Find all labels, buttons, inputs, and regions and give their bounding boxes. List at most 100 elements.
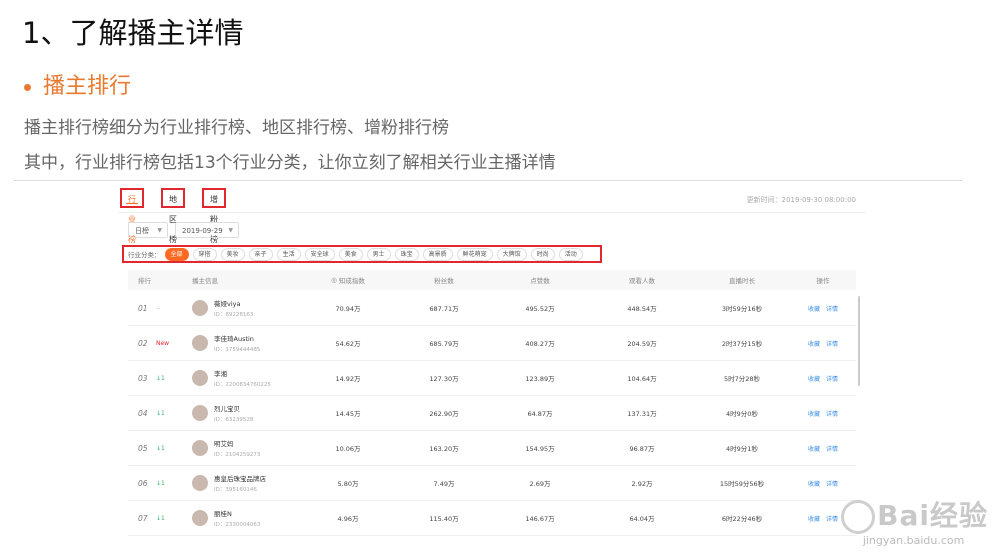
duration-value: 4时9分0秒 bbox=[726, 410, 758, 418]
period-value: 日榜 bbox=[135, 227, 149, 235]
streamer-id: ID：2330004063 bbox=[214, 522, 261, 528]
duration-value: 5时7分28秒 bbox=[723, 375, 761, 383]
streamer-info[interactable]: 丽桂N ID：2330004063 bbox=[192, 501, 260, 535]
likes-value: 146.67万 bbox=[525, 515, 555, 523]
streamer-info[interactable]: 李佳琦Austin ID：1759444485 bbox=[192, 326, 260, 360]
avatar bbox=[192, 510, 208, 526]
likes-value: 123.89万 bbox=[525, 375, 555, 383]
detail-link[interactable]: 详情 bbox=[826, 304, 838, 313]
category-chip[interactable]: 亲子 bbox=[248, 247, 273, 261]
row-actions: 收藏 详情 bbox=[798, 431, 848, 465]
avatar bbox=[192, 475, 208, 491]
detail-link[interactable]: 详情 bbox=[826, 374, 838, 383]
rank-number: 05 bbox=[138, 443, 148, 453]
avatar bbox=[192, 335, 208, 351]
rank-number: 04 bbox=[138, 408, 148, 418]
header-index[interactable]: ◎ 知成指数 bbox=[308, 270, 388, 290]
category-chip[interactable]: 鲜花萌宠 bbox=[456, 247, 493, 261]
rank-number: 01 bbox=[138, 303, 148, 313]
row-actions: 收藏 详情 bbox=[798, 291, 848, 325]
follow-link[interactable]: 收藏 bbox=[808, 409, 820, 418]
section-label: 播主排行 bbox=[43, 74, 132, 99]
category-chip[interactable]: 美食 bbox=[338, 247, 363, 261]
streamer-info[interactable]: 李湘 ID：2200834760225 bbox=[192, 361, 271, 395]
category-chip[interactable]: 穿搭 bbox=[192, 247, 217, 261]
duration-value: 4时9分1秒 bbox=[726, 445, 758, 453]
date-value: 2019-09-29 bbox=[182, 227, 223, 235]
category-chip[interactable]: 活动 bbox=[558, 247, 583, 261]
tab-region[interactable]: 地区榜 bbox=[161, 188, 185, 244]
rank-change: New bbox=[156, 339, 170, 347]
follow-link[interactable]: 收藏 bbox=[808, 479, 820, 488]
description-1: 播主排行榜细分为行业排行榜、地区排行榜、增粉排行榜 bbox=[24, 118, 449, 138]
table-row: 01 -- 薇娅viya ID：89228163 70.94万 687.71万 495.52… bbox=[128, 291, 856, 326]
fans-value: 685.79万 bbox=[429, 340, 459, 348]
watermark-brand-text: Bai经验 bbox=[877, 499, 988, 532]
follow-link[interactable]: 收藏 bbox=[808, 444, 820, 453]
category-chip[interactable]: 时尚 bbox=[530, 247, 555, 261]
tab-industry[interactable]: 行业榜 bbox=[120, 188, 144, 244]
rank-change: ↓1 bbox=[156, 479, 165, 487]
likes-value: 154.95万 bbox=[525, 445, 555, 453]
detail-link[interactable]: 详情 bbox=[826, 409, 838, 418]
rank-number: 03 bbox=[138, 373, 148, 383]
streamer-name: 丽桂N bbox=[214, 510, 232, 518]
rank-change: -- bbox=[156, 304, 161, 312]
header-action: 操作 bbox=[816, 277, 830, 285]
category-chip[interactable]: 男士 bbox=[366, 247, 391, 261]
index-value: 10.06万 bbox=[335, 445, 361, 453]
tab-divider bbox=[118, 212, 866, 213]
detail-link[interactable]: 详情 bbox=[826, 479, 838, 488]
rank-number: 06 bbox=[138, 478, 148, 488]
likes-value: 64.87万 bbox=[527, 410, 553, 418]
streamer-info[interactable]: 明艾妈 ID：2104259273 bbox=[192, 431, 260, 465]
category-chip[interactable]: 生活 bbox=[276, 247, 301, 261]
ranking-app: 行业榜 地区榜 增粉榜 更新时间：2019-09-30 08:00:00 日榜 … bbox=[118, 184, 866, 553]
streamer-info[interactable]: 烈儿宝贝 ID：63239528 bbox=[192, 396, 253, 430]
bullet-icon bbox=[24, 83, 31, 91]
header-views[interactable]: 观看人数 bbox=[602, 270, 682, 290]
streamer-id: ID：63239528 bbox=[214, 417, 254, 423]
follow-link[interactable]: 收藏 bbox=[808, 304, 820, 313]
category-chip[interactable]: 高景质 bbox=[422, 247, 453, 261]
header-fans[interactable]: 粉丝数 bbox=[404, 270, 484, 290]
category-chip[interactable]: 美妆 bbox=[220, 247, 245, 261]
header-rank: 排行 bbox=[138, 277, 151, 285]
streamer-info[interactable]: 惠皇后珠宝品牌店 ID：395160146 bbox=[192, 466, 266, 500]
likes-value: 495.52万 bbox=[525, 305, 555, 313]
watermark-brand: Bai经验 bbox=[839, 494, 988, 534]
category-chip-all[interactable]: 全部 bbox=[164, 247, 189, 261]
category-chip[interactable]: 大牌馆 bbox=[496, 247, 527, 261]
streamer-name: 惠皇后珠宝品牌店 bbox=[214, 475, 266, 483]
table-row: 03 ↓1 李湘 ID：2200834760225 14.92万 127.30万 123.8… bbox=[128, 361, 856, 396]
scrollbar[interactable] bbox=[858, 296, 860, 386]
watermark: Bai经验 jingyan.baidu.com bbox=[839, 494, 988, 547]
streamer-info[interactable]: 薇娅viya ID：89228163 bbox=[192, 291, 253, 325]
index-value: 5.80万 bbox=[337, 480, 359, 488]
header-duration[interactable]: 直播时长 bbox=[702, 270, 782, 290]
duration-value: 2时37分15秒 bbox=[721, 340, 763, 348]
streamer-id: ID：1759444485 bbox=[214, 347, 261, 353]
likes-value: 408.27万 bbox=[525, 340, 555, 348]
detail-link[interactable]: 详情 bbox=[826, 514, 838, 523]
header-likes[interactable]: 点赞数 bbox=[500, 270, 580, 290]
follow-link[interactable]: 收藏 bbox=[808, 374, 820, 383]
period-select[interactable]: 日榜 ▼ bbox=[128, 222, 168, 238]
detail-link[interactable]: 详情 bbox=[826, 444, 838, 453]
streamer-name: 李佳琦Austin bbox=[214, 335, 254, 343]
follow-link[interactable]: 收藏 bbox=[808, 339, 820, 348]
detail-link[interactable]: 详情 bbox=[826, 339, 838, 348]
rank-change: ↓1 bbox=[156, 444, 165, 452]
category-chip[interactable]: 珠宝 bbox=[394, 247, 419, 261]
table-header: 排行 播主信息 ◎ 知成指数 粉丝数 点赞数 观看人数 直播时长 操作 bbox=[128, 270, 856, 290]
date-select[interactable]: 2019-09-29 ▼ bbox=[175, 222, 239, 238]
follow-link[interactable]: 收藏 bbox=[808, 514, 820, 523]
table-row: 06 ↓1 惠皇后珠宝品牌店 ID：395160146 5.80万 7.49万 2.69万 2… bbox=[128, 466, 856, 501]
header-index-label: 知成指数 bbox=[338, 277, 365, 285]
tab-fans-growth[interactable]: 增粉榜 bbox=[202, 188, 226, 244]
description-2: 其中，行业排行榜包括13个行业分类，让你立刻了解相关行业主播详情 bbox=[24, 153, 556, 173]
table-row: 05 ↓1 明艾妈 ID：2104259273 10.06万 163.20万 154.95万… bbox=[128, 431, 856, 466]
category-chip[interactable]: 安全球 bbox=[304, 247, 335, 261]
likes-value: 2.69万 bbox=[529, 480, 551, 488]
header-info: 播主信息 bbox=[192, 277, 218, 285]
